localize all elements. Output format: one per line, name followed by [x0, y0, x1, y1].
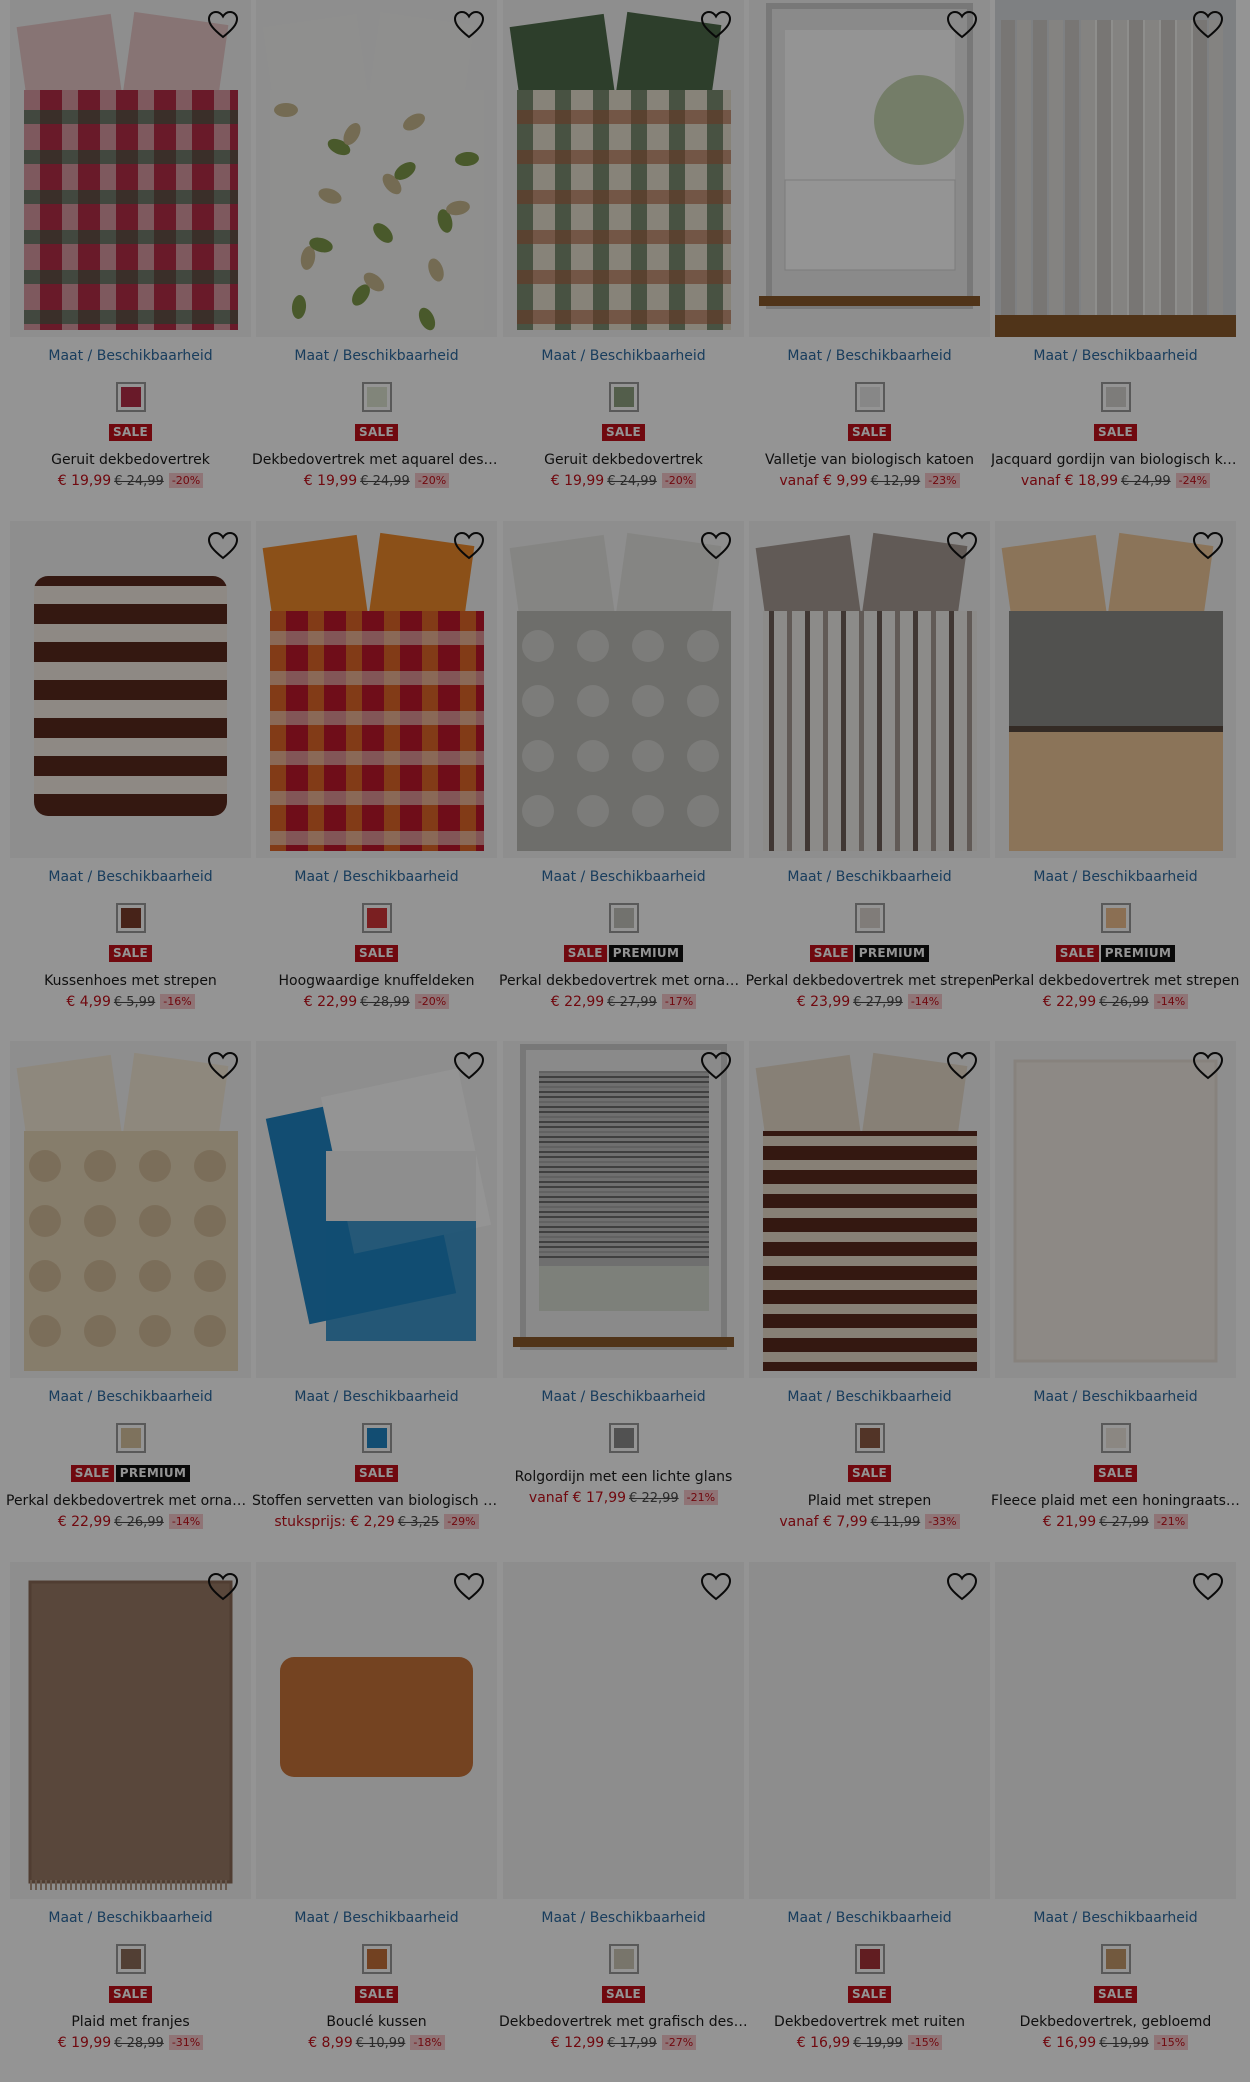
modal-backdrop-overlay[interactable]	[0, 0, 1250, 2082]
